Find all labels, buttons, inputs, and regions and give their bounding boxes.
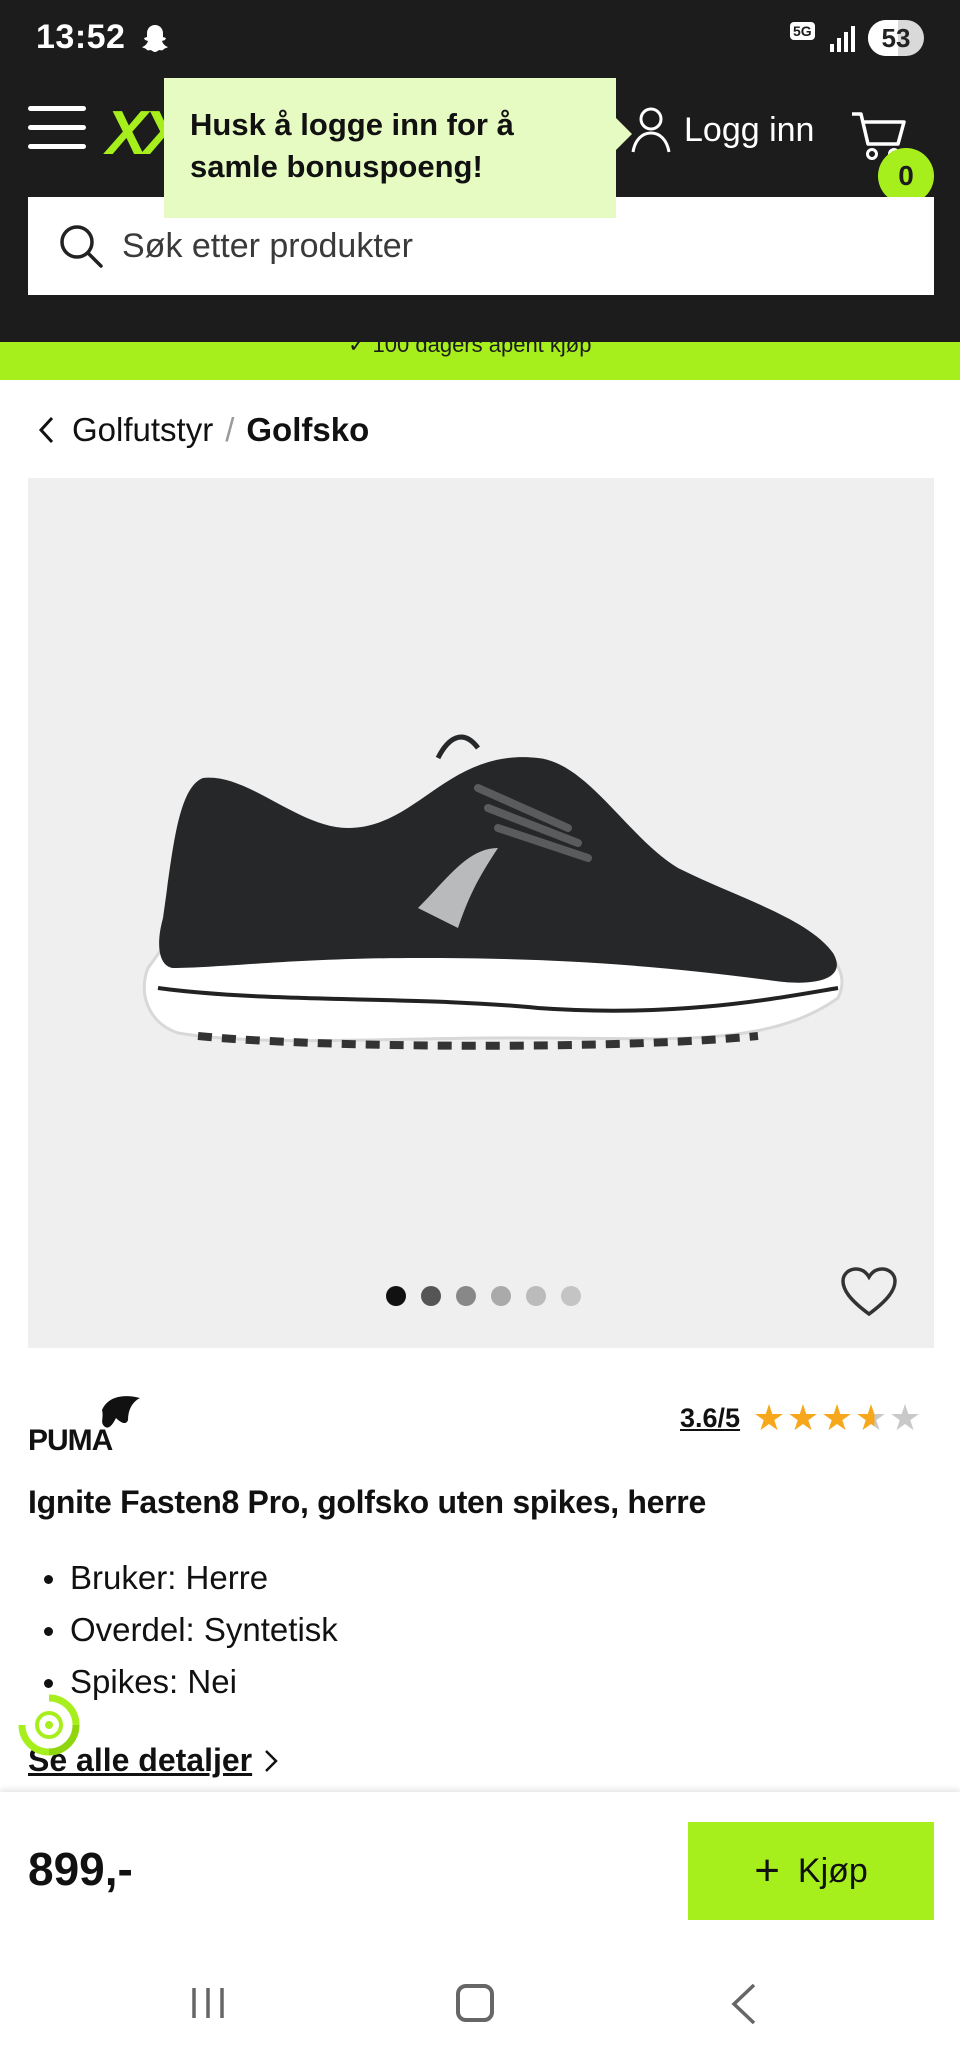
gallery-dot[interactable] — [421, 1286, 441, 1306]
user-icon — [631, 107, 671, 153]
search-input[interactable] — [122, 226, 882, 266]
breadcrumb-parent[interactable]: Golfutstyr — [72, 411, 213, 449]
star-icon: ★ — [820, 1397, 854, 1438]
cart-count-badge[interactable]: 0 — [878, 148, 934, 204]
menu-icon[interactable] — [28, 106, 86, 150]
product-image-gallery[interactable] — [28, 478, 934, 1348]
battery-level: 53 — [881, 23, 911, 53]
feature-list: Bruker: Herre Overdel: Syntetisk Spikes:… — [44, 1552, 338, 1708]
brand-name: PUMA — [28, 1424, 113, 1454]
status-bar: 13:52 5G 53 — [0, 0, 960, 68]
login-button[interactable]: Logg inn — [630, 102, 814, 158]
network-badge: 5G — [790, 22, 815, 40]
breadcrumb-separator: / — [225, 411, 235, 448]
signal-icon — [830, 26, 855, 52]
feature-item: Spikes: Nei — [44, 1656, 338, 1708]
gallery-dot[interactable] — [491, 1286, 511, 1306]
nav-recent-icon[interactable] — [190, 1986, 226, 2020]
login-label: Logg inn — [684, 110, 815, 149]
star-icon: ★ — [888, 1397, 922, 1438]
gallery-dots[interactable] — [386, 1286, 596, 1306]
login-reminder-tooltip[interactable]: Husk å logge inn for å samle bonuspoeng! — [164, 78, 632, 218]
product-price: 899,- — [28, 1843, 133, 1895]
rating-stars: ★ ★ ★ ★ ★ — [752, 1398, 922, 1438]
buy-button[interactable]: + Kjøp — [688, 1822, 934, 1920]
buy-label: Kjøp — [797, 1851, 868, 1890]
gallery-dot[interactable] — [386, 1286, 406, 1306]
breadcrumb: Golfutstyr / Golfsko — [36, 408, 369, 452]
chevron-left-icon[interactable] — [36, 414, 58, 446]
rating-score[interactable]: 3.6/5 — [680, 1403, 740, 1434]
buy-bar: 899,- + Kjøp — [0, 1792, 960, 1942]
nav-back-icon[interactable] — [730, 1982, 758, 2026]
battery-indicator: 53 — [868, 20, 924, 56]
feature-item: Overdel: Syntetisk — [44, 1604, 338, 1656]
search-icon — [60, 225, 103, 268]
star-icon: ★ — [752, 1397, 786, 1438]
product-rating[interactable]: 3.6/5 ★ ★ ★ ★ ★ — [680, 1398, 922, 1438]
star-icon: ★ — [786, 1397, 820, 1438]
snapchat-icon — [142, 25, 168, 52]
gallery-dot[interactable] — [561, 1286, 581, 1306]
plus-icon: + — [754, 1846, 780, 1895]
product-image — [142, 734, 844, 1050]
system-nav-bar — [0, 1942, 960, 2059]
brand-logo[interactable]: PUMA — [28, 1392, 146, 1454]
chat-icon[interactable] — [14, 1690, 84, 1760]
chevron-right-icon — [265, 1749, 278, 1772]
gallery-dot[interactable] — [526, 1286, 546, 1306]
nav-home-icon[interactable] — [456, 1984, 494, 2022]
heart-icon[interactable] — [840, 1266, 898, 1318]
status-time: 13:52 — [36, 18, 126, 56]
star-icon: ★ — [854, 1397, 888, 1438]
breadcrumb-current[interactable]: Golfsko — [246, 411, 369, 449]
usp-text: ✓ 100 dagers åpent kjøp — [348, 342, 592, 357]
usp-bar: ✓ 100 dagers åpent kjøp — [0, 342, 960, 380]
feature-item: Bruker: Herre — [44, 1552, 338, 1604]
gallery-dot[interactable] — [456, 1286, 476, 1306]
product-title: Ignite Fasten8 Pro, golfsko uten spikes,… — [28, 1484, 706, 1520]
